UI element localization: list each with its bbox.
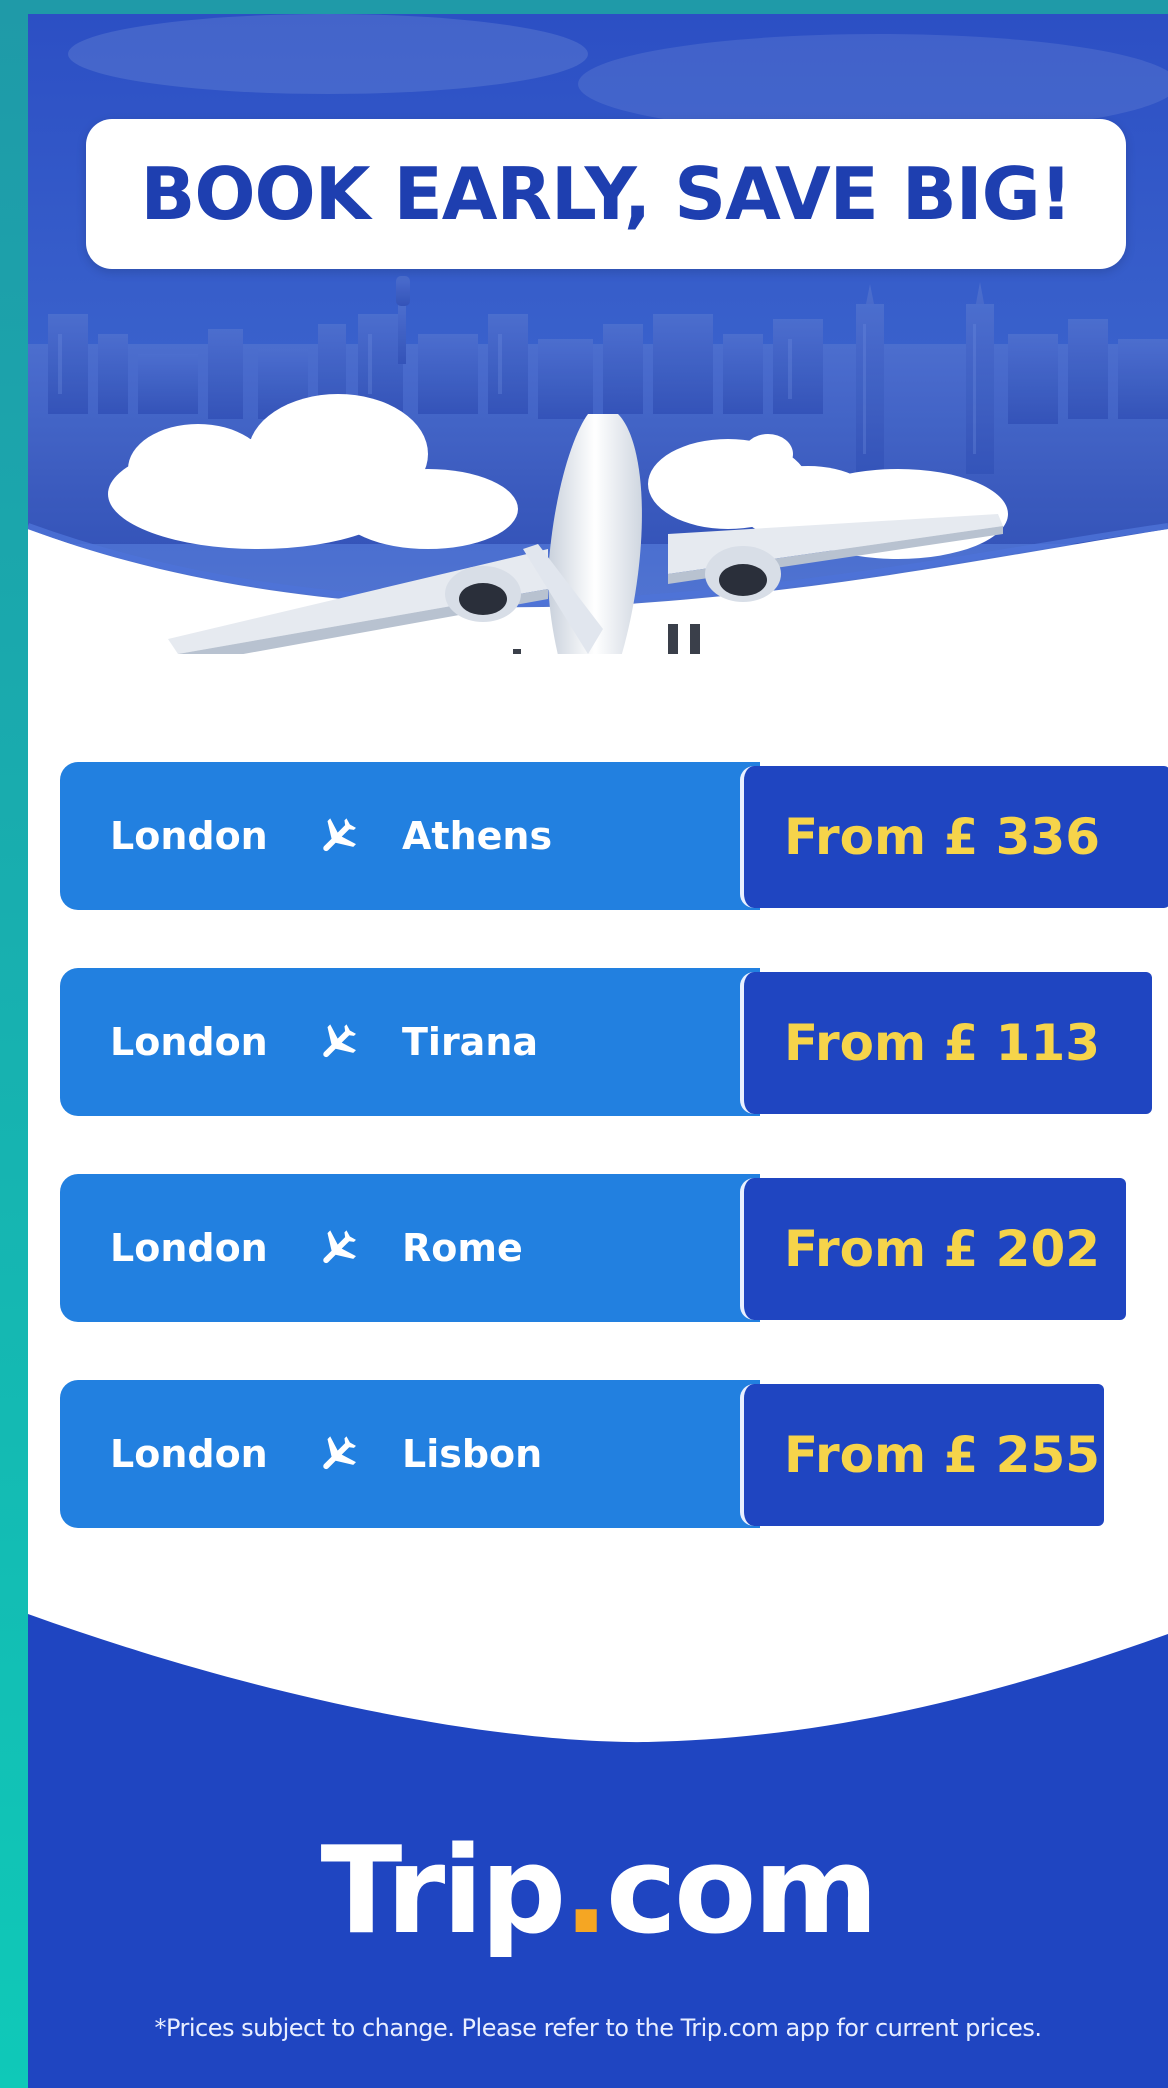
footer: Trip.com *Prices subject to change. Plea… xyxy=(28,1614,1168,2088)
brand-dot: . xyxy=(563,1822,609,1961)
price: From £ 113 xyxy=(784,1014,1101,1072)
brand-logo[interactable]: Trip.com xyxy=(28,1832,1168,1952)
ad-panel: BOOK EARLY, SAVE BIG! London Athens From… xyxy=(28,14,1168,2088)
origin-city: London xyxy=(110,1432,268,1476)
route-list: London Athens From £ 336 London Tirana F… xyxy=(60,762,1168,1586)
route-cities: London Rome xyxy=(60,1174,760,1322)
price-tag: From £ 336 xyxy=(740,766,1168,908)
price-tag: From £ 113 xyxy=(740,972,1152,1114)
price: From £ 255 xyxy=(784,1426,1101,1484)
route-card[interactable]: London Tirana From £ 113 xyxy=(60,968,1160,1116)
price: From £ 336 xyxy=(784,808,1101,866)
airplane-icon xyxy=(310,1015,364,1069)
headline: BOOK EARLY, SAVE BIG! xyxy=(140,152,1072,236)
route-cities: London Lisbon xyxy=(60,1380,760,1528)
route-cities: London Tirana xyxy=(60,968,760,1116)
destination-city: Rome xyxy=(402,1226,523,1270)
price-tag: From £ 202 xyxy=(740,1178,1126,1320)
route-card[interactable]: London Lisbon From £ 255 xyxy=(60,1380,1160,1528)
hero-illustration xyxy=(28,14,1168,654)
destination-city: Lisbon xyxy=(402,1432,543,1476)
route-card[interactable]: London Athens From £ 336 xyxy=(60,762,1168,910)
destination-city: Athens xyxy=(402,814,553,858)
brand-name-part1: Trip xyxy=(320,1822,566,1961)
price: From £ 202 xyxy=(784,1220,1101,1278)
airplane-icon xyxy=(310,809,364,863)
route-card[interactable]: London Rome From £ 202 xyxy=(60,1174,1160,1322)
origin-city: London xyxy=(110,1020,268,1064)
origin-city: London xyxy=(110,814,268,858)
destination-city: Tirana xyxy=(402,1020,539,1064)
price-tag: From £ 255 xyxy=(740,1384,1104,1526)
airplane-icon xyxy=(310,1427,364,1481)
brand-name-part2: com xyxy=(605,1822,879,1961)
disclaimer-text: *Prices subject to change. Please refer … xyxy=(154,2014,1042,2042)
origin-city: London xyxy=(110,1226,268,1270)
airplane-icon xyxy=(310,1221,364,1275)
route-cities: London Athens xyxy=(60,762,760,910)
headline-banner: BOOK EARLY, SAVE BIG! xyxy=(86,119,1126,269)
